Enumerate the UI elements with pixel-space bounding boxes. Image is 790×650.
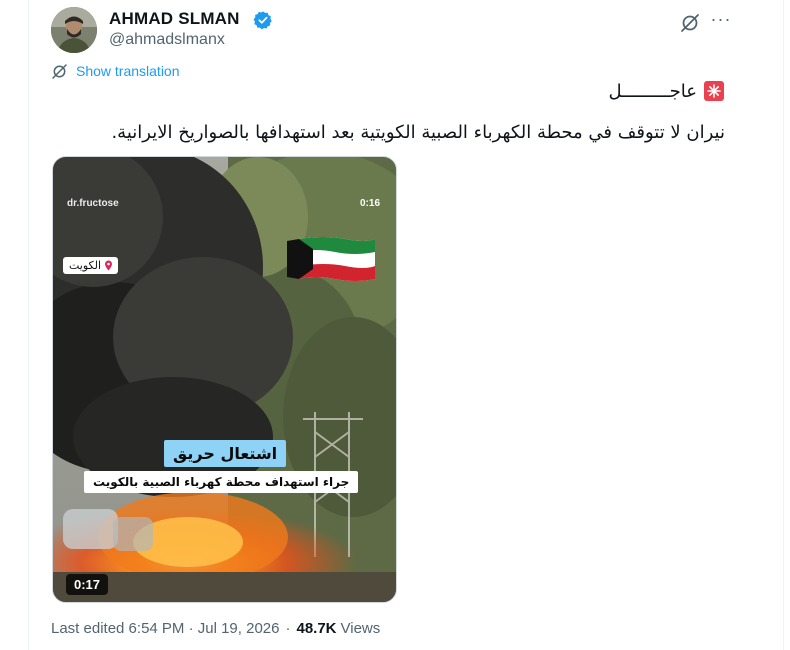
meta-separator: · — [285, 620, 291, 637]
more-options-icon[interactable]: ··· — [709, 8, 733, 32]
location-tag-label: الكويت — [69, 259, 102, 272]
kuwait-flag-icon — [287, 237, 375, 281]
user-handle[interactable]: @ahmadslmanx — [109, 31, 225, 49]
video-duration-badge: 0:17 — [66, 574, 109, 595]
show-translation-label: Show translation — [76, 63, 180, 79]
location-pin-icon — [105, 260, 113, 271]
video-timer-top: 0:16 — [359, 198, 380, 209]
video-caption-subline: جراء استهداف محطة كهرباء الصبية بالكويت — [84, 471, 359, 493]
video-caption-headline: اشتعال حريق — [164, 440, 287, 467]
video-frame — [53, 157, 396, 602]
siren-icon — [704, 81, 724, 101]
last-edited-timestamp[interactable]: Last edited 6:54 PM · Jul 19, 2026 — [51, 620, 279, 637]
avatar[interactable] — [51, 7, 97, 53]
location-tag: الكويت — [63, 257, 119, 274]
tweet-breaking-label: عاجـــــــــل — [608, 80, 697, 102]
video-player[interactable]: dr.fructose 0:16 الكويت اشتعال حريق جراء… — [52, 156, 397, 603]
display-name[interactable]: AHMAD SLMAN — [109, 9, 240, 29]
translate-icon — [52, 63, 67, 79]
show-translation-link[interactable]: Show translation — [51, 62, 180, 80]
views-label: Views — [340, 620, 381, 637]
video-watermark: dr.fructose — [67, 198, 119, 209]
tweet-metadata: Last edited 6:54 PM · Jul 19, 2026 · 48.… — [51, 620, 380, 637]
grok-icon[interactable] — [679, 12, 701, 34]
tweet-text-line-2: نيران لا تتوقف في محطة الكهرباء الصبية ا… — [111, 122, 725, 143]
tweet-text-line-1: عاجـــــــــل — [609, 80, 725, 102]
verified-badge-icon — [253, 11, 272, 30]
views-count: 48.7K — [296, 620, 337, 637]
tweet-card: AHMAD SLMAN @ahmadslmanx ··· Show transl… — [28, 0, 784, 650]
